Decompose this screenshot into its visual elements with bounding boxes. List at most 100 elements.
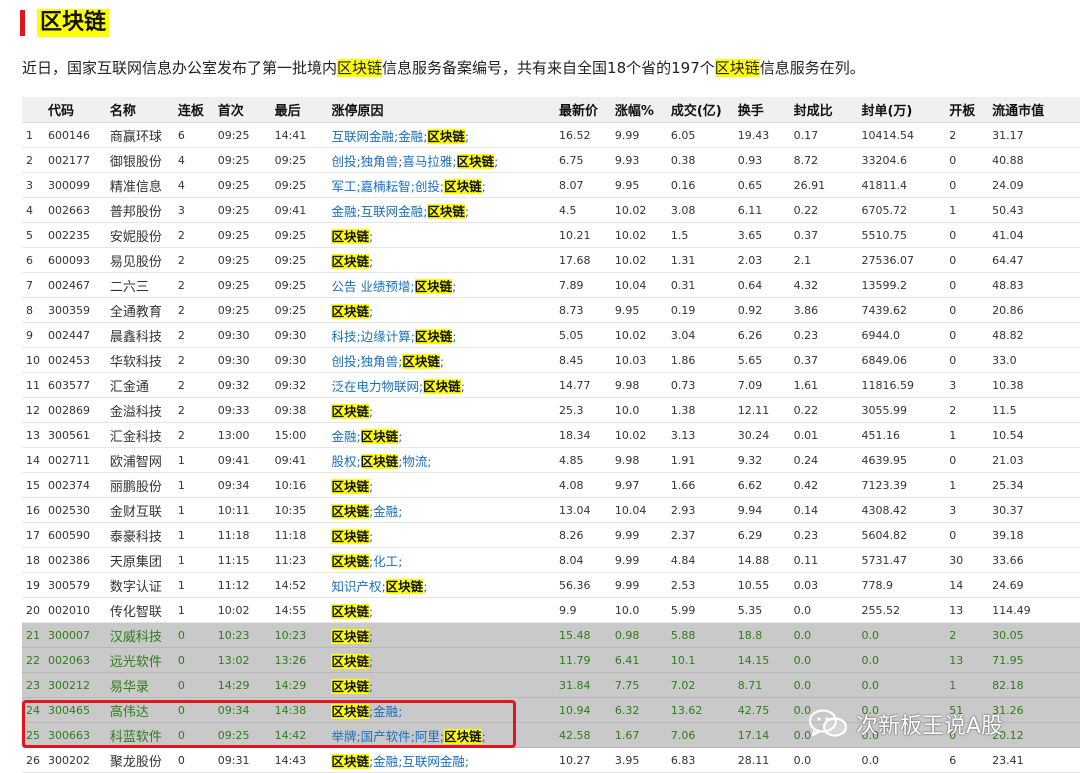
reason-tag-highlight[interactable]: 区块链 — [444, 178, 482, 194]
reason-tag-highlight[interactable]: 区块链 — [360, 428, 399, 444]
reason-separator: ; — [464, 203, 470, 219]
seal-ratio: 0.37 — [789, 222, 858, 248]
first-time: 09:25 — [213, 247, 271, 273]
first-time: 09:33 — [213, 397, 271, 423]
reason-tag[interactable]: 创投 — [331, 154, 356, 169]
reason-tag[interactable]: 喜马拉雅 — [402, 154, 452, 169]
reason-tag-highlight[interactable]: 区块链 — [331, 303, 369, 319]
stock-name: 晨鑫科技 — [105, 322, 174, 348]
reason-tag[interactable]: 边缘计算 — [361, 329, 411, 344]
reason-tag[interactable]: 独角兽 — [361, 154, 399, 169]
reason-tag-highlight[interactable]: 区块链 — [456, 153, 495, 169]
reason-tag-highlight[interactable]: 区块链 — [385, 578, 424, 594]
reason-tag[interactable]: 知识产权 — [331, 579, 381, 594]
reason-tag[interactable]: 创投 — [331, 354, 356, 369]
intro-text: 信息服务备案编号，共有来自全国18个省的197个 — [382, 59, 715, 77]
seal-order: 33204.6 — [857, 147, 946, 173]
table-row: 9 002447 晨鑫科技 2 09:30 09:30 科技;边缘计算;区块链; 5.05 10… — [22, 322, 1080, 348]
reason-separator: ; — [398, 503, 403, 519]
reason-tag-highlight[interactable]: 区块链 — [423, 378, 461, 394]
reason-tag[interactable]: 金融 — [398, 129, 423, 144]
reason-tag-highlight[interactable]: 区块链 — [331, 703, 369, 719]
reason-tag-highlight[interactable]: 区块链 — [331, 253, 369, 269]
reason-tag[interactable]: 泛在电力物联网 — [331, 379, 419, 394]
latest-price: 4.85 — [555, 447, 611, 473]
reason-separator: ; — [368, 403, 374, 419]
reason-tag[interactable]: 科技 — [331, 329, 356, 344]
last-time: 09:32 — [270, 372, 328, 398]
reason-tag-highlight[interactable]: 区块链 — [331, 528, 369, 544]
reason-tag[interactable]: 股权 — [331, 454, 356, 469]
reason-tag-highlight[interactable]: 区块链 — [331, 553, 369, 569]
reason-tag[interactable]: 创投 — [415, 179, 440, 194]
reason-separator: ; — [452, 278, 457, 294]
stock-name: 高伟达 — [105, 697, 174, 723]
last-time: 09:25 — [270, 272, 328, 298]
reason-tag-highlight[interactable]: 区块链 — [414, 328, 453, 344]
reason-tag[interactable]: 金融 — [331, 429, 356, 444]
stock-code: 002235 — [44, 222, 106, 248]
open-count: 0 — [945, 522, 989, 548]
reason-tag[interactable]: 金融 — [331, 204, 356, 219]
latest-price: 8.45 — [555, 347, 611, 373]
reason-tag[interactable]: 互联网金融 — [361, 204, 424, 219]
first-time: 09:30 — [213, 322, 271, 348]
col-price-header: 最新价 — [555, 97, 611, 123]
seal-order: 13599.2 — [857, 272, 946, 298]
float-cap: 25.34 — [988, 472, 1080, 498]
watermark: 次新板王说A股 — [808, 704, 1003, 744]
reason-tag-highlight[interactable]: 区块链 — [331, 503, 369, 519]
reason-tag-highlight[interactable]: 区块链 — [444, 728, 482, 744]
reason-tag-highlight[interactable]: 区块链 — [331, 753, 369, 769]
seal-ratio: 0.42 — [789, 472, 858, 498]
reason-tag[interactable]: 军工 — [331, 179, 356, 194]
float-cap: 41.04 — [988, 222, 1080, 248]
table-row: 1 600146 商赢环球 6 09:25 14:41 互联网金融;金融;区块链; 16.52… — [22, 122, 1080, 148]
table-row: 6 600093 易见股份 2 09:25 09:25 区块链; 17.68 10.02 1.31… — [22, 247, 1080, 273]
stock-code: 600093 — [44, 247, 106, 273]
reason-tag-highlight[interactable]: 区块链 — [360, 453, 399, 469]
seal-order: 3055.99 — [857, 397, 946, 423]
reason-tag[interactable]: 物流 — [402, 454, 427, 469]
reason-tag-highlight[interactable]: 区块链 — [331, 403, 369, 419]
reason-tag-highlight[interactable]: 区块链 — [427, 128, 465, 144]
stock-name: 全通教育 — [105, 297, 174, 323]
reason-tag[interactable]: 独角兽 — [361, 354, 399, 369]
reason-tag[interactable]: 金融 — [373, 754, 398, 769]
first-time: 09:25 — [213, 297, 271, 323]
reason-tag-highlight[interactable]: 区块链 — [331, 653, 369, 669]
reason-tag-highlight[interactable]: 区块链 — [331, 678, 369, 694]
reason-tag-highlight[interactable]: 区块链 — [402, 353, 440, 369]
reason-tag-highlight[interactable]: 区块链 — [427, 203, 465, 219]
reason-tag[interactable]: 金融 — [373, 504, 398, 519]
reason-tag[interactable]: 互联网金融 — [331, 129, 394, 144]
reason-tag[interactable]: 国产软件 — [361, 729, 411, 744]
col-turnover-header: 换手 — [733, 97, 790, 123]
reason-tag-highlight[interactable]: 区块链 — [414, 278, 453, 294]
turnover-rate: 5.65 — [733, 347, 790, 373]
first-time: 10:02 — [213, 597, 271, 623]
latest-price: 42.58 — [555, 722, 611, 748]
change-pct: 9.99 — [610, 572, 667, 598]
stock-name: 汇金科技 — [105, 422, 174, 448]
streak-count: 6 — [173, 122, 214, 148]
reason-tag-highlight[interactable]: 区块链 — [331, 228, 369, 244]
reason-tag[interactable]: 互联网金融 — [402, 754, 465, 769]
reason-tag[interactable]: 化工 — [373, 554, 398, 569]
reason-tag[interactable]: 公告 业绩预增 — [331, 279, 410, 294]
row-index: 25 — [22, 722, 44, 748]
limit-reason: 区块链; — [327, 472, 555, 498]
reason-tag[interactable]: 阿里 — [415, 729, 440, 744]
reason-tag[interactable]: 嘉楠耘智 — [361, 179, 411, 194]
reason-tag[interactable]: 举牌 — [331, 729, 356, 744]
reason-tag-highlight[interactable]: 区块链 — [331, 628, 369, 644]
reason-tag[interactable]: 金融 — [373, 704, 398, 719]
reason-tag-highlight[interactable]: 区块链 — [331, 603, 369, 619]
reason-tag-highlight[interactable]: 区块链 — [331, 478, 369, 494]
latest-price: 18.34 — [555, 422, 611, 448]
open-count: 0 — [945, 297, 989, 323]
open-count: 30 — [945, 547, 989, 573]
col-streak-header: 连板 — [173, 97, 214, 123]
amount: 1.66 — [666, 472, 734, 498]
limit-reason: 公告 业绩预增;区块链; — [327, 272, 555, 298]
